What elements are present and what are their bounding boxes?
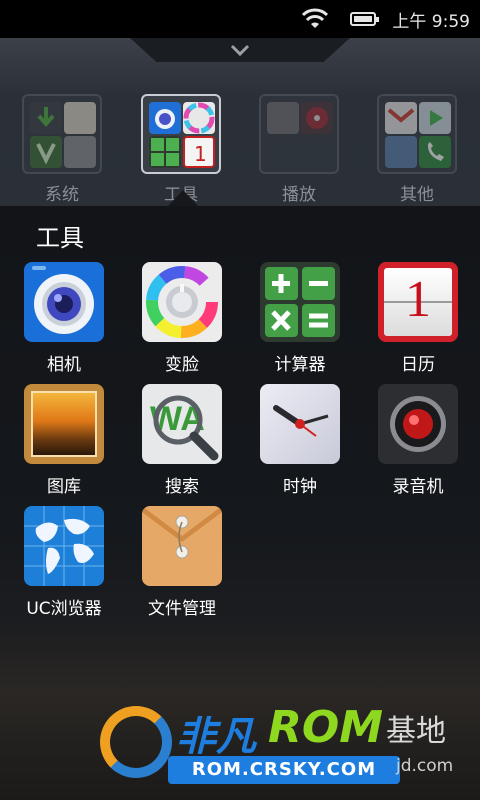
folder-label-media: 播放 — [282, 185, 316, 205]
app-label: 时钟 — [283, 477, 317, 497]
download-icon — [30, 102, 62, 134]
color-wheel-mini-icon — [183, 102, 215, 134]
app-uc-browser[interactable]: UC浏览器 — [9, 506, 119, 619]
wifi-icon — [302, 8, 329, 30]
file-manager-icon — [142, 506, 222, 586]
calculator-mini-icon — [149, 136, 181, 168]
calendar-icon: 1 — [378, 262, 458, 342]
app-search[interactable]: WA 搜索 — [127, 384, 237, 497]
gallery-icon — [24, 384, 104, 464]
battery-icon — [350, 12, 380, 26]
clock-icon — [260, 384, 340, 464]
app-label: 计算器 — [274, 355, 326, 375]
watermark-url: jd.com — [396, 756, 454, 776]
watermark-jd: 基地 — [386, 714, 446, 749]
drawer-title: 工具 — [36, 224, 84, 252]
app-label: 录音机 — [392, 477, 444, 497]
check-v-icon — [30, 136, 62, 168]
app-label: 相机 — [47, 355, 81, 375]
folder-tools[interactable]: 1 — [141, 94, 221, 174]
camera-mini-icon — [149, 102, 181, 134]
app-camera[interactable]: 相机 — [9, 262, 119, 375]
app-clock[interactable]: 时钟 — [245, 384, 355, 497]
calendar-mini-icon: 1 — [183, 136, 215, 168]
chevron-down-icon[interactable] — [229, 42, 251, 61]
watermark-cn: 非凡 — [176, 714, 256, 760]
app-label: UC浏览器 — [26, 599, 102, 619]
app-face-change[interactable]: 变脸 — [127, 262, 237, 375]
status-bar: 上午 9:59 — [0, 0, 480, 38]
folder-label-other: 其他 — [400, 185, 434, 205]
watermark-swirl-icon — [100, 706, 172, 778]
folder-other[interactable] — [377, 94, 457, 174]
app-label: 日历 — [401, 355, 435, 375]
app-calendar[interactable]: 1 日历 — [363, 262, 473, 375]
app-recorder[interactable]: 录音机 — [363, 384, 473, 497]
status-time: 上午 9:59 — [392, 11, 470, 32]
app-gallery[interactable]: 图库 — [9, 384, 119, 497]
calculator-icon — [260, 262, 340, 342]
folder-media[interactable] — [259, 94, 339, 174]
phone-device-icon — [64, 136, 96, 168]
app-label: 图库 — [47, 477, 81, 497]
folder-system[interactable] — [22, 94, 102, 174]
svg-text:1: 1 — [194, 142, 207, 166]
recorder-icon — [378, 384, 458, 464]
folder-label-system: 系统 — [45, 185, 79, 205]
phone-icon — [419, 136, 451, 168]
video-icon — [267, 102, 299, 134]
notes-icon — [64, 102, 96, 134]
search-magnifier-icon: WA — [142, 384, 222, 464]
gmail-icon — [385, 102, 417, 134]
active-folder-pointer — [168, 190, 198, 206]
app-calculator[interactable]: 计算器 — [245, 262, 355, 375]
contacts-icon — [385, 136, 417, 168]
camera-icon — [24, 262, 104, 342]
watermark-site: ROM.CRSKY.COM — [168, 756, 400, 784]
color-wheel-icon — [142, 262, 222, 342]
store-icon — [419, 102, 451, 134]
app-file-manager[interactable]: 文件管理 — [127, 506, 237, 619]
app-label: 变脸 — [165, 355, 199, 375]
watermark-logo: 非凡 ROM 基地 ROM.CRSKY.COM jd.com — [96, 700, 480, 800]
calendar-day: 1 — [405, 271, 431, 328]
app-label: 搜索 — [165, 477, 199, 497]
app-label: 文件管理 — [148, 599, 216, 619]
watermark-rom: ROM — [268, 702, 384, 753]
uc-browser-icon — [24, 506, 104, 586]
music-icon — [301, 102, 333, 134]
